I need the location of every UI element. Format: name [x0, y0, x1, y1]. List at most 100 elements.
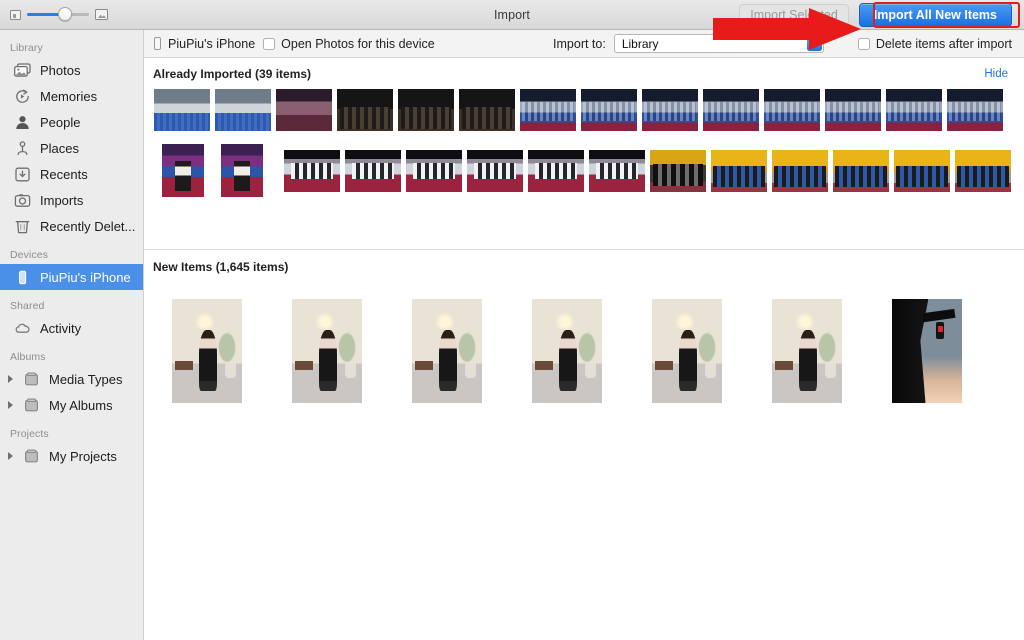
- thumbnail-room-portrait-6[interactable]: [772, 299, 842, 403]
- thumbnail-hangar-crowd-blue[interactable]: [154, 89, 210, 131]
- thumbnail-yellow-banner-group-5[interactable]: [894, 150, 950, 192]
- iphone-icon: [14, 269, 31, 286]
- new-items-header: New Items (1,645 items): [144, 250, 1024, 281]
- thumbnail-dark-audience-3[interactable]: [459, 89, 515, 131]
- chevron-right-icon[interactable]: [8, 401, 13, 409]
- sidebar-item-label: People: [40, 114, 81, 130]
- sidebar-item-imports[interactable]: Imports: [0, 187, 143, 213]
- decor-bench: [414, 361, 433, 370]
- sidebar-item-recents[interactable]: Recents: [0, 161, 143, 187]
- cloud-icon: [14, 320, 31, 337]
- photo-scroll-area[interactable]: Already Imported (39 items) Hide New Ite…: [144, 58, 1024, 640]
- thumbnail-city-traffic-light[interactable]: [892, 299, 962, 403]
- thumbnail-yellow-banner-group-2[interactable]: [711, 150, 767, 192]
- thumbnail-award-ceremony[interactable]: [284, 150, 340, 192]
- sidebar-group-shared-title: Shared: [10, 300, 45, 312]
- sidebar-item-people[interactable]: People: [0, 109, 143, 135]
- folder-icon: [23, 397, 40, 414]
- thumbnail-group-photo-stage-4[interactable]: [703, 89, 759, 131]
- decor-pot: [464, 363, 476, 379]
- decor-pot: [224, 363, 236, 379]
- already-imported-title: Already Imported (39 items): [153, 67, 312, 81]
- thumbnail-room-portrait-1[interactable]: [172, 299, 242, 403]
- sidebar-group-albums-title: Albums: [10, 351, 46, 363]
- iphone-icon: [154, 37, 161, 50]
- sidebar-item-label: Imports: [40, 192, 84, 208]
- thumbnail-group-photo-stage-7[interactable]: [886, 89, 942, 131]
- sidebar-item-photos[interactable]: Photos: [0, 57, 143, 83]
- sidebar-group-devices-title: Devices: [10, 249, 49, 261]
- open-photos-checkbox-row[interactable]: Open Photos for this device: [263, 37, 435, 51]
- sidebar-item-media-types[interactable]: Media Types: [0, 366, 143, 392]
- decor-traffic-light: [936, 321, 945, 339]
- thumbnail-hangar-crowd-blue-2[interactable]: [215, 89, 271, 131]
- open-photos-label: Open Photos for this device: [281, 36, 435, 51]
- sidebar-item-memories[interactable]: Memories: [0, 83, 143, 109]
- thumbnail-group-photo-stage-8[interactable]: [947, 89, 1003, 131]
- sidebar-group-library-title: Library: [10, 42, 43, 54]
- sidebar-item-label: Memories: [40, 88, 98, 104]
- thumbnail-award-ceremony-5[interactable]: [528, 150, 584, 192]
- hide-already-imported-link[interactable]: Hide: [984, 68, 1008, 80]
- decor-pot: [824, 363, 836, 379]
- sidebar-item-recently-deleted[interactable]: Recently Delet...: [0, 213, 143, 239]
- recents-icon: [14, 166, 31, 183]
- annotation-arrow-icon: [713, 8, 861, 55]
- sidebar-group-projects-title: Projects: [10, 428, 49, 440]
- thumbnail-award-ceremony-6[interactable]: [589, 150, 645, 192]
- sidebar-item-activity[interactable]: Activity: [0, 315, 143, 341]
- thumbnail-room-portrait-4[interactable]: [532, 299, 602, 403]
- chevron-right-icon[interactable]: [8, 452, 13, 460]
- thumbnail-room-portrait-3[interactable]: [412, 299, 482, 403]
- already-imported-row-2: [144, 144, 1024, 197]
- thumbnail-speaker-portrait-2[interactable]: [162, 144, 204, 197]
- already-imported-header: Already Imported (39 items) Hide: [144, 58, 1024, 88]
- connected-device: PiuPiu's iPhone: [154, 37, 255, 51]
- delete-after-import-checkbox-row[interactable]: Delete items after import: [857, 36, 1012, 51]
- decor-pot: [344, 363, 356, 379]
- sidebar-item-places[interactable]: Places: [0, 135, 143, 161]
- thumbnail-yellow-banner-group-6[interactable]: [955, 150, 1011, 192]
- delete-after-import-label: Delete items after import: [875, 36, 1012, 51]
- places-icon: [14, 140, 31, 157]
- thumbnail-award-ceremony-4[interactable]: [467, 150, 523, 192]
- sidebar-item-label: My Albums: [49, 397, 113, 413]
- sidebar-item-label: Photos: [40, 62, 81, 78]
- thumbnail-group-photo-stage[interactable]: [520, 89, 576, 131]
- sidebar-item-my-projects[interactable]: My Projects: [0, 443, 143, 469]
- thumbnail-group-photo-stage-3[interactable]: [642, 89, 698, 131]
- thumbnail-award-ceremony-2[interactable]: [345, 150, 401, 192]
- thumbnail-room-portrait-5[interactable]: [652, 299, 722, 403]
- thumbnail-yellow-banner-group[interactable]: [650, 150, 706, 192]
- thumbnail-group-photo-stage-6[interactable]: [825, 89, 881, 131]
- import-window: Import Import Selected Import All New It…: [0, 0, 1024, 640]
- sidebar-item-my-albums[interactable]: My Albums: [0, 392, 143, 418]
- thumbnail-speaker-portrait-3[interactable]: [221, 144, 263, 197]
- window-title: Import: [493, 7, 531, 22]
- thumbnail-dark-audience[interactable]: [337, 89, 393, 131]
- chevron-right-icon[interactable]: [8, 375, 13, 383]
- thumbnail-award-ceremony-3[interactable]: [406, 150, 462, 192]
- import-options-bar: PiuPiu's iPhone Open Photos for this dev…: [144, 30, 1024, 58]
- folder-icon: [23, 448, 40, 465]
- sidebar-item-label: Places: [40, 140, 80, 156]
- new-items-title: New Items (1,645 items): [153, 260, 289, 274]
- decor-bench: [774, 361, 793, 370]
- decor-pot: [584, 363, 596, 379]
- thumbnail-dark-audience-2[interactable]: [398, 89, 454, 131]
- thumbnail-room-portrait-2[interactable]: [292, 299, 362, 403]
- thumbnail-yellow-banner-group-3[interactable]: [772, 150, 828, 192]
- sidebar-item-label: Media Types: [49, 371, 123, 387]
- thumbnail-auditorium-stage[interactable]: [276, 89, 332, 131]
- sidebar: Library Photos Memories People Places Re…: [0, 30, 144, 640]
- thumbnail-group-photo-stage-5[interactable]: [764, 89, 820, 131]
- sidebar-item-label: Recents: [40, 166, 88, 182]
- sidebar-item-piupius-iphone[interactable]: PiuPiu's iPhone: [0, 264, 143, 290]
- folder-icon: [23, 371, 40, 388]
- window-body: Library Photos Memories People Places Re…: [0, 30, 1024, 640]
- content-pane: PiuPiu's iPhone Open Photos for this dev…: [144, 30, 1024, 640]
- open-photos-checkbox[interactable]: [263, 37, 276, 50]
- thumbnail-group-photo-stage-2[interactable]: [581, 89, 637, 131]
- trash-icon: [14, 218, 31, 235]
- thumbnail-yellow-banner-group-4[interactable]: [833, 150, 889, 192]
